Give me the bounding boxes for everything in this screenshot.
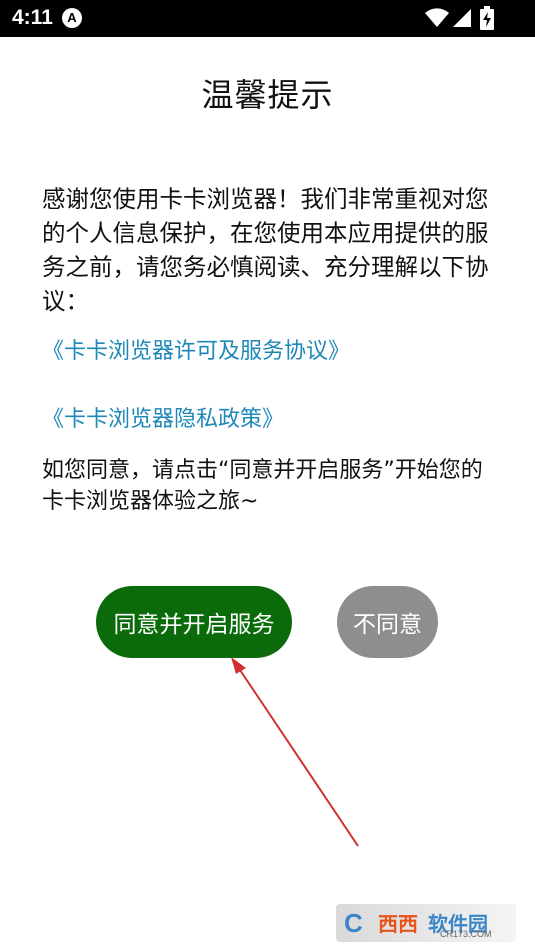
watermark-logo: C	[344, 908, 363, 938]
privacy-policy-link[interactable]: 《卡卡浏览器隐私政策》	[42, 401, 284, 433]
watermark-url: CR173.COM	[440, 929, 492, 939]
app-notification-icon: A	[62, 8, 82, 28]
status-time: 4:11	[12, 6, 53, 29]
wifi-icon	[425, 8, 449, 27]
consent-text: 如您同意，请点击“同意并开启服务”开始您的卡卡浏览器体验之旅~	[42, 458, 483, 514]
watermark: C 西西 软件园 CR173.COM	[336, 904, 516, 942]
license-agreement-link[interactable]: 《卡卡浏览器许可及服务协议》	[42, 333, 350, 365]
disagree-button[interactable]: 不同意	[337, 586, 438, 658]
signal-icon	[453, 9, 471, 27]
intro-text: 感谢您使用卡卡浏览器！我们非常重视对您的个人信息保护，在您使用本应用提供的服务之…	[42, 185, 489, 315]
watermark-brand: 西西	[378, 912, 418, 936]
agree-button[interactable]: 同意并开启服务	[96, 586, 292, 658]
dialog-title: 温馨提示	[201, 76, 334, 114]
battery-charging-icon	[480, 6, 494, 30]
status-bar: 4:11 A	[0, 0, 535, 37]
